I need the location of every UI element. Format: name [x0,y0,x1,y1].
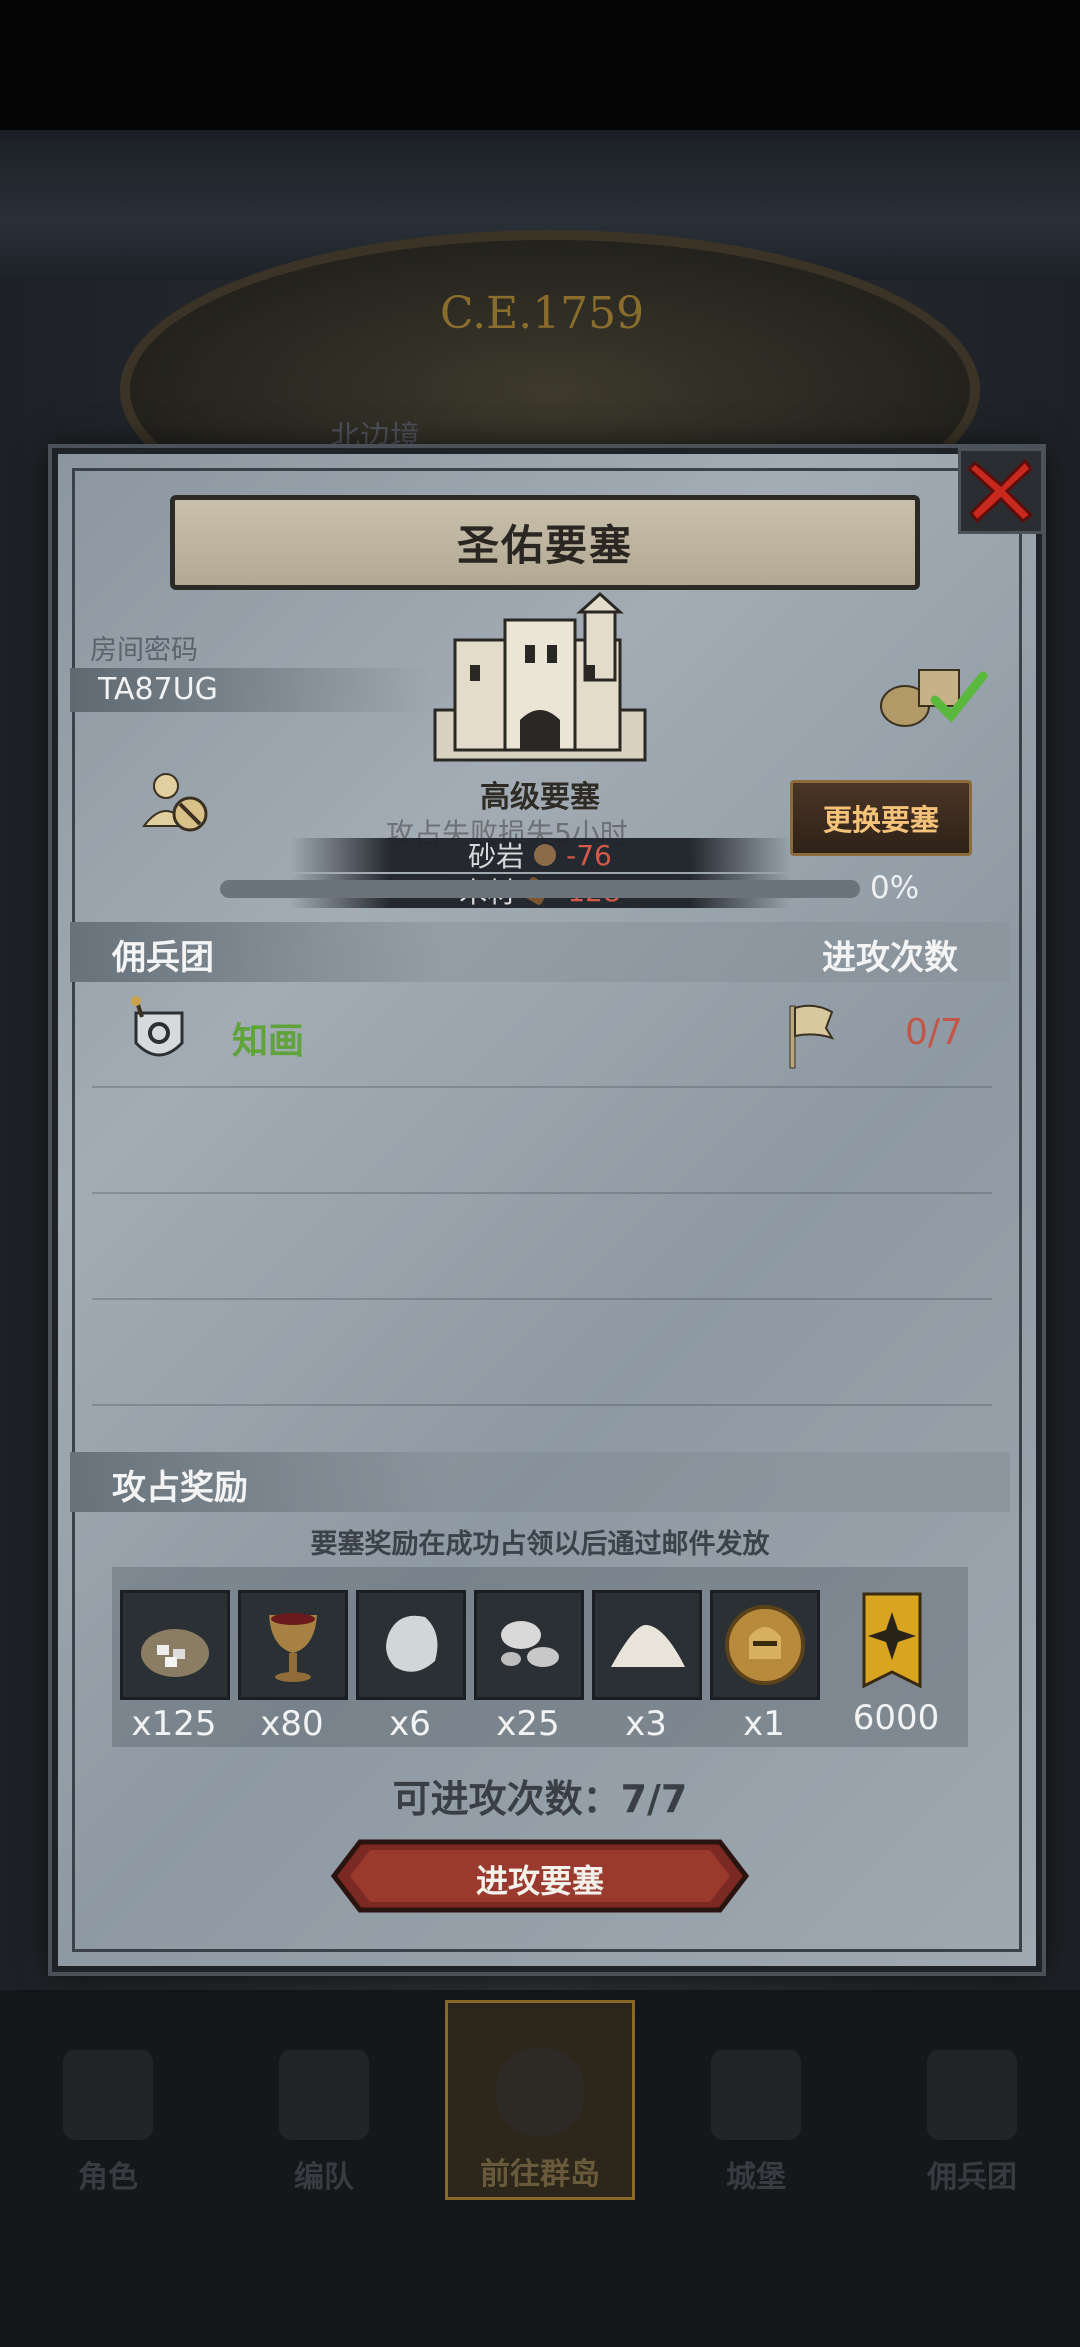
row-divider [92,1298,992,1300]
knight-medal-icon [710,1590,820,1700]
nav-label: 编队 [294,2160,354,2195]
fortress-castle-icon [433,591,647,762]
nav-label: 城堡 [726,2160,786,2195]
stone-pile-icon [120,1590,230,1700]
tooltip-value: -76 [566,838,612,872]
close-icon [966,458,1034,524]
attacks-remaining: 可进攻次数：7/7 [392,1777,688,1821]
reward-count: x3 [625,1704,667,1744]
reward-item[interactable]: 6000 [840,1590,952,1738]
mercenary-icon [927,2050,1017,2140]
reward-item[interactable]: x3 [592,1590,702,1744]
reward-count: x1 [743,1704,785,1744]
reward-item[interactable]: x80 [238,1590,348,1744]
tooltip-row-stone: 砂岩 -76 [290,838,790,873]
reward-item[interactable]: x125 [120,1590,230,1744]
resource-sacks-check-icon[interactable] [875,662,995,728]
row-divider [92,1404,992,1406]
change-fortress-label: 更换要塞 [822,803,939,837]
knight-icon [63,2050,153,2140]
tooltip-label: 砂岩 [468,840,525,873]
row-divider [92,1192,992,1194]
change-fortress-button[interactable]: 更换要塞 [790,780,972,856]
nav-item-formation[interactable]: 编队 [229,2000,419,2200]
row-divider [92,1086,992,1088]
compass-icon [495,2047,585,2137]
room-code-label: 房间密码 [90,635,198,666]
mercenary-header: 佣兵团 [112,938,214,978]
nav-label: 佣兵团 [927,2160,1017,2195]
nav-label: 角色 [78,2160,138,2195]
era-text: C.E.1759 [440,288,645,339]
rewards-note: 要塞奖励在成功占领以后通过邮件发放 [310,1529,770,1560]
reward-count: 6000 [852,1698,940,1738]
attack-fortress-label: 进攻要塞 [475,1862,604,1900]
occupation-progress-bar [220,880,860,898]
flag-icon [789,1004,835,1069]
stone-icon [534,844,557,866]
reward-item[interactable]: x6 [356,1590,466,1744]
reward-count: x125 [131,1704,217,1744]
reward-count: x80 [260,1704,324,1744]
attack-count-header: 进攻次数 [822,938,958,978]
nav-item-castle[interactable]: 城堡 [661,2000,851,2200]
mercenary-name[interactable]: 知画 [232,1012,304,1064]
nav-item-mercenary[interactable]: 佣兵团 [877,2000,1067,2200]
bottom-nav: 角色 编队 前往群岛 城堡 佣兵团 [0,2000,1080,2200]
mercenary-attack-count: 0/7 [905,1012,963,1053]
white-stone-icon [356,1590,466,1700]
mercenary-shield-icon [131,996,184,1057]
reward-item[interactable]: x1 [710,1590,820,1744]
reward-item[interactable]: x25 [474,1590,584,1744]
room-code-value[interactable]: TA87UG [98,672,218,707]
progress-percent: 0% [870,870,920,906]
castle-icon [711,2050,801,2140]
reward-count: x25 [496,1704,560,1744]
dialog-title: 圣佑要塞 [456,521,633,570]
formation-icon [279,2050,369,2140]
top-black-bar [0,0,1080,130]
nav-item-character[interactable]: 角色 [13,2000,203,2200]
powder-icon [592,1590,702,1700]
banner-icon [840,1590,944,1694]
goblet-icon [238,1590,348,1700]
user-blocked-icon[interactable] [140,770,216,836]
nav-item-islands[interactable]: 前往群岛 [445,2000,635,2200]
rewards-header: 攻占奖励 [112,1468,248,1508]
nav-label: 前往群岛 [480,2157,600,2192]
fortress-level-label: 高级要塞 [480,780,600,815]
close-button[interactable] [958,448,1044,534]
reward-count: x6 [389,1704,431,1744]
title-banner: 圣佑要塞 [170,495,920,590]
silver-orbs-icon [474,1590,584,1700]
